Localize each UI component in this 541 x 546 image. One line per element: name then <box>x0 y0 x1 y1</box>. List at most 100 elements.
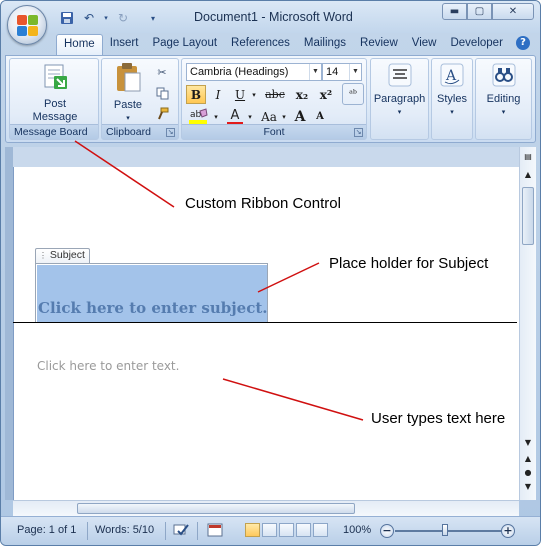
group-clipboard: Paste ▾ ✂ Clipboard ↘ <box>101 58 179 140</box>
post-message-icon <box>44 64 67 89</box>
quick-access-toolbar: ↶ ▾ ↻ ▾ <box>59 9 161 27</box>
font-size-combo[interactable]: 14 ▼ <box>322 63 362 81</box>
underline-button[interactable]: U <box>230 85 250 104</box>
superscript-button[interactable]: x² <box>315 85 337 104</box>
draft-view-button[interactable] <box>313 523 328 537</box>
subject-placeholder-text[interactable]: Click here to enter subject. <box>38 299 268 317</box>
subject-content-control-tag[interactable]: ⋮ Subject <box>35 248 90 263</box>
editing-dropdown-icon[interactable]: ▾ <box>502 106 506 119</box>
group-message-board: Post Message Message Board <box>9 58 99 140</box>
group-label-message-board: Message Board <box>10 124 98 139</box>
customize-qat-icon[interactable]: ▾ <box>145 10 161 26</box>
office-button[interactable] <box>7 5 47 45</box>
zoom-out-icon[interactable]: − <box>380 524 394 538</box>
undo-icon[interactable]: ↶ <box>81 10 97 26</box>
bold-button[interactable]: B <box>186 85 206 104</box>
body-placeholder-text[interactable]: Click here to enter text. <box>37 359 179 373</box>
paragraph-button[interactable]: Paragraph ▾ <box>371 62 428 119</box>
clipboard-launcher-icon[interactable]: ↘ <box>166 128 175 137</box>
subscript-button[interactable]: x₂ <box>291 85 313 104</box>
styles-icon: A <box>440 63 464 87</box>
tab-review[interactable]: Review <box>353 34 405 56</box>
help-icon[interactable]: ? <box>516 36 530 50</box>
horizontal-scroll-thumb[interactable] <box>77 503 355 514</box>
zoom-level[interactable]: 100% <box>343 524 371 536</box>
title-bar: ↶ ▾ ↻ ▾ Document1 - Microsoft Word ▬ ▢ ✕ <box>1 1 540 33</box>
status-separator <box>197 522 198 540</box>
status-separator <box>165 522 166 540</box>
status-page[interactable]: Page: 1 of 1 <box>17 524 76 536</box>
macro-recording-icon[interactable] <box>207 522 223 538</box>
cut-icon[interactable]: ✂ <box>154 64 170 80</box>
subject-divider-line <box>13 322 517 323</box>
tab-developer[interactable]: Developer <box>443 34 509 56</box>
post-label-line1: Post <box>43 98 66 110</box>
tab-view[interactable]: View <box>405 34 444 56</box>
italic-button[interactable]: I <box>208 85 228 104</box>
paste-button[interactable]: Paste ▾ <box>108 62 148 125</box>
tab-mailings[interactable]: Mailings <box>297 34 353 56</box>
window-title: Document1 - Microsoft Word <box>194 10 353 24</box>
maximize-button[interactable]: ▢ <box>467 3 492 20</box>
scroll-down-icon[interactable]: ▼ <box>522 437 534 449</box>
format-painter-icon[interactable] <box>154 106 170 122</box>
horizontal-scrollbar[interactable] <box>13 500 519 516</box>
post-message-button[interactable]: Post Message <box>28 62 82 124</box>
font-name-value: Cambria (Headings) <box>190 66 289 78</box>
group-label-font: Font <box>182 124 366 139</box>
subject-tag-label: Subject <box>49 249 85 261</box>
strikethrough-button[interactable]: abc <box>262 85 288 104</box>
paragraph-dropdown-icon[interactable]: ▾ <box>398 106 402 119</box>
ribbon: Post Message Message Board Paste ▾ ✂ Cli… <box>5 55 536 143</box>
minimize-button[interactable]: ▬ <box>442 3 467 20</box>
word-window: ↶ ▾ ↻ ▾ Document1 - Microsoft Word ▬ ▢ ✕… <box>0 0 541 546</box>
editing-button[interactable]: Editing ▾ <box>476 62 531 119</box>
styles-dropdown-icon[interactable]: ▾ <box>450 106 454 119</box>
styles-button[interactable]: A Styles ▾ <box>432 62 472 119</box>
web-layout-view-button[interactable] <box>279 523 294 537</box>
zoom-slider-track[interactable] <box>395 530 503 532</box>
font-size-value: 14 <box>326 66 339 78</box>
font-color-letter: A <box>230 107 240 123</box>
subject-drag-handle-icon[interactable]: ⋮ <box>39 251 47 260</box>
vertical-scroll-thumb[interactable] <box>522 187 534 245</box>
office-button-icon <box>17 15 39 37</box>
status-words[interactable]: Words: 5/10 <box>95 524 154 536</box>
subject-content-control[interactable]: Click here to enter subject. <box>35 263 268 323</box>
redo-icon[interactable]: ↻ <box>115 10 131 26</box>
font-launcher-icon[interactable]: ↘ <box>354 128 363 137</box>
status-separator <box>87 522 88 540</box>
zoom-in-icon[interactable]: + <box>501 524 515 538</box>
ruler-toggle-icon[interactable]: ▤ <box>522 151 534 163</box>
zoom-slider-thumb[interactable] <box>442 524 448 536</box>
print-layout-view-button[interactable] <box>245 523 260 537</box>
scroll-up-icon[interactable]: ▲ <box>522 169 534 181</box>
tab-insert[interactable]: Insert <box>103 34 146 56</box>
save-icon[interactable] <box>59 10 75 26</box>
group-editing: Editing ▾ <box>475 58 532 140</box>
previous-page-icon[interactable]: ▲ <box>522 453 534 465</box>
copy-icon[interactable] <box>154 85 170 101</box>
undo-dropdown-icon[interactable]: ▾ <box>103 10 109 26</box>
clear-formatting-icon[interactable]: ᵃᵇ <box>342 83 364 105</box>
outline-view-button[interactable] <box>296 523 311 537</box>
tab-references[interactable]: References <box>224 34 297 56</box>
font-name-combo[interactable]: Cambria (Headings) ▼ <box>186 63 322 81</box>
group-paragraph: Paragraph ▾ <box>370 58 429 140</box>
select-browse-object-icon[interactable]: ● <box>522 467 534 479</box>
font-name-dropdown-icon[interactable]: ▼ <box>309 64 321 80</box>
annotation-custom-ribbon: Custom Ribbon Control <box>185 195 341 212</box>
close-button[interactable]: ✕ <box>492 3 534 20</box>
proofing-icon[interactable] <box>173 522 189 538</box>
tab-home[interactable]: Home <box>56 34 103 56</box>
annotation-subject-placeholder: Place holder for Subject <box>329 255 489 272</box>
paragraph-label: Paragraph <box>373 93 426 105</box>
full-screen-reading-view-button[interactable] <box>262 523 277 537</box>
post-label-line2: Message <box>32 111 78 123</box>
vertical-scrollbar[interactable]: ▤ ▲ ▼ ▲ ● ▼ <box>519 147 536 500</box>
underline-dropdown-icon[interactable]: ▾ <box>250 85 258 104</box>
next-page-icon[interactable]: ▼ <box>522 481 534 493</box>
document-page[interactable] <box>13 167 519 500</box>
tab-page-layout[interactable]: Page Layout <box>145 34 224 56</box>
font-size-dropdown-icon[interactable]: ▼ <box>349 64 361 80</box>
